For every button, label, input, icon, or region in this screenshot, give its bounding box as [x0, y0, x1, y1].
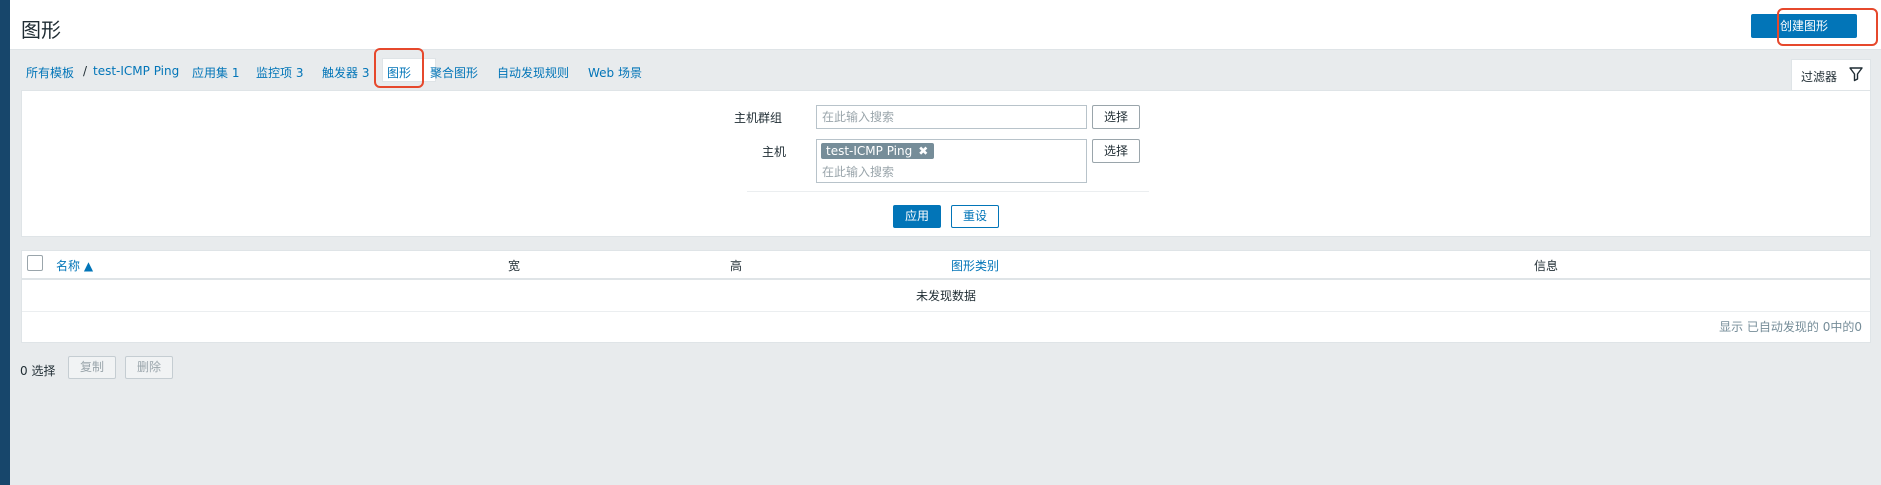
- table-footer-summary: 显示 已自动发现的 0中的0: [1719, 320, 1862, 334]
- column-header-info: 信息: [1534, 259, 1559, 273]
- graphs-table: 名称 ▲ 宽 高 图形类别 信息 未发现数据 显示 已自动发现的 0中的0: [21, 250, 1871, 343]
- column-header-graph-type[interactable]: 图形类别: [951, 257, 999, 274]
- page-title: 图形: [21, 18, 61, 42]
- tab-web-scenarios[interactable]: Web 场景: [588, 64, 642, 81]
- close-icon[interactable]: ✖: [918, 144, 928, 158]
- tab-graphs[interactable]: 图形: [387, 64, 411, 81]
- delete-button[interactable]: 删除: [125, 356, 173, 379]
- filter-tab-label: 过滤器: [1801, 70, 1838, 84]
- tab-triggers-count: 3: [361, 66, 370, 80]
- column-header-name[interactable]: 名称 ▲: [56, 257, 93, 274]
- create-graph-button[interactable]: 创建图形: [1751, 14, 1857, 38]
- host-group-select-button[interactable]: 选择: [1092, 105, 1140, 129]
- host-chip: test-ICMP Ping ✖: [821, 143, 935, 159]
- sidebar-strip: [0, 0, 10, 485]
- breadcrumb: 所有模板 / test-ICMP Ping 应用集 1 监控项 3 触发器 3 …: [10, 52, 1881, 90]
- host-group-label: 主机群组: [734, 111, 783, 125]
- host-input[interactable]: test-ICMP Ping ✖ 在此输入搜索: [816, 139, 1087, 183]
- tab-items-label: 监控项: [256, 66, 293, 80]
- host-input-placeholder: 在此输入搜索: [822, 165, 895, 179]
- tab-items[interactable]: 监控项 3: [256, 64, 303, 81]
- tab-discovery-rules[interactable]: 自动发现规则: [497, 64, 569, 81]
- tab-screens[interactable]: 聚合图形: [430, 64, 478, 81]
- host-group-input[interactable]: 在此输入搜索: [816, 105, 1087, 129]
- reset-button[interactable]: 重设: [951, 205, 999, 228]
- filter-panel: 主机群组 在此输入搜索 选择 主机 test-ICMP Ping ✖ 在此输入搜索…: [21, 90, 1871, 237]
- breadcrumb-all-templates[interactable]: 所有模板: [26, 64, 74, 81]
- tab-triggers-label: 触发器: [322, 66, 359, 80]
- selected-count: 0 选择: [20, 364, 56, 378]
- funnel-icon: [1848, 66, 1864, 85]
- tab-applications-label: 应用集: [192, 66, 229, 80]
- breadcrumb-template[interactable]: test-ICMP Ping: [93, 64, 179, 78]
- tab-applications-count: 1: [231, 66, 240, 80]
- divider: [747, 191, 1149, 192]
- column-header-height: 高: [730, 259, 743, 273]
- tab-triggers[interactable]: 触发器 3: [322, 64, 369, 81]
- host-label: 主机: [762, 145, 787, 159]
- breadcrumb-separator: /: [83, 64, 88, 78]
- table-empty-row: 未发现数据: [22, 280, 1870, 312]
- host-select-button[interactable]: 选择: [1092, 139, 1140, 163]
- apply-button[interactable]: 应用: [893, 205, 941, 228]
- host-chip-label: test-ICMP Ping: [826, 144, 913, 158]
- filter-tab[interactable]: 过滤器: [1791, 59, 1871, 90]
- select-all-checkbox[interactable]: [27, 255, 43, 271]
- copy-button[interactable]: 复制: [68, 356, 116, 379]
- tab-items-count: 3: [295, 66, 304, 80]
- column-header-width: 宽: [508, 259, 521, 273]
- page-header: 图形 创建图形: [10, 0, 1881, 50]
- tab-applications[interactable]: 应用集 1: [192, 64, 239, 81]
